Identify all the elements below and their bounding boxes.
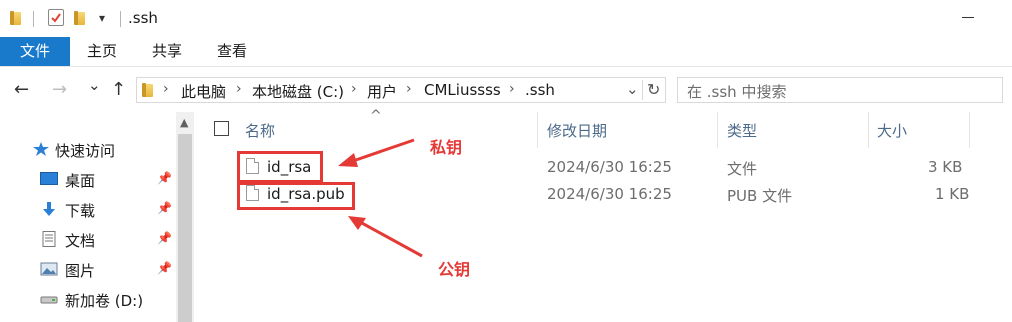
divider <box>642 80 643 100</box>
sidebar-item-label: 桌面 <box>65 172 96 190</box>
breadcrumb-this-pc[interactable]: 此电脑 <box>181 81 226 102</box>
tab-share[interactable]: 共享 <box>145 37 189 66</box>
file-modified: 2024/6/30 16:25 <box>547 185 672 203</box>
breadcrumb-separator: › <box>406 81 412 97</box>
tab-home[interactable]: 主页 <box>80 37 124 66</box>
breadcrumb-local-disk[interactable]: 本地磁盘 (C:) <box>252 81 344 102</box>
file-list: ^ 名称 修改日期 类型 大小 id_rsa 2024/6/30 16:25 文… <box>194 108 1012 322</box>
ribbon-tabs: 文件 主页 共享 查看 <box>0 37 1012 67</box>
address-bar[interactable]: › 此电脑 › 本地磁盘 (C:) › 用户 › CMLiussss › .ss… <box>136 77 666 103</box>
sidebar-item-documents[interactable]: 文档 📌 <box>0 225 176 253</box>
highlight-box-public-key <box>237 182 355 210</box>
breadcrumb-separator: › <box>163 81 169 97</box>
address-row: ← → ⌄ ↑ › 此电脑 › 本地磁盘 (C:) › 用户 › CMLiuss… <box>0 67 1012 112</box>
file-modified: 2024/6/30 16:25 <box>547 158 672 176</box>
tab-file[interactable]: 文件 <box>0 37 70 66</box>
pin-icon[interactable]: 📌 <box>157 261 172 275</box>
search-placeholder: 在 .ssh 中搜索 <box>687 83 787 101</box>
pin-icon[interactable]: 📌 <box>157 231 172 245</box>
pin-icon[interactable]: 📌 <box>157 171 172 185</box>
scrollbar-thumb[interactable] <box>178 134 192 322</box>
folder-icon <box>10 10 24 26</box>
tab-view[interactable]: 查看 <box>210 37 254 66</box>
up-button[interactable]: ↑ <box>111 79 126 100</box>
download-icon <box>43 202 55 216</box>
breadcrumb-user-folder[interactable]: CMLiussss <box>424 81 501 99</box>
arrow-private-key <box>338 138 415 167</box>
window-title: .ssh <box>128 9 158 27</box>
annotation-private-key: 私钥 <box>430 138 463 157</box>
refresh-icon[interactable]: ↻ <box>647 80 660 99</box>
file-size: 3 KB <box>928 158 963 176</box>
back-button[interactable]: ← <box>14 79 29 100</box>
breadcrumb-users[interactable]: 用户 <box>367 81 397 102</box>
annotation-public-key: 公钥 <box>438 260 471 279</box>
new-folder-icon[interactable] <box>74 10 88 26</box>
file-type: 文件 <box>727 160 758 178</box>
sidebar-item-quick-access[interactable]: 快速访问 <box>0 135 176 163</box>
desktop-icon <box>40 171 58 187</box>
recent-locations-button[interactable]: ⌄ <box>88 76 101 94</box>
breadcrumb-separator: › <box>351 81 357 97</box>
navigation-pane: 快速访问 桌面 📌 下载 📌 文档 📌 图片 📌 新加卷 (D:) <box>0 112 176 322</box>
scroll-up-icon[interactable]: ▲ <box>180 116 188 129</box>
document-icon <box>42 231 56 247</box>
nav-scrollbar[interactable]: ▲ <box>176 112 194 322</box>
sidebar-item-drive-d[interactable]: 新加卷 (D:) <box>0 285 176 313</box>
properties-icon[interactable] <box>48 9 64 26</box>
select-all-checkbox[interactable] <box>214 121 229 136</box>
sidebar-item-label: 文档 <box>65 232 96 250</box>
divider <box>120 11 121 27</box>
sidebar-item-label: 下载 <box>65 202 96 220</box>
forward-button[interactable]: → <box>52 79 67 100</box>
file-size: 1 KB <box>935 185 970 203</box>
breadcrumb-separator: › <box>509 81 515 97</box>
sidebar-item-label: 新加卷 (D:) <box>65 292 144 310</box>
qat-dropdown-icon[interactable]: ▾ <box>99 11 105 25</box>
highlight-box-private-key <box>237 151 323 183</box>
drive-icon <box>40 296 58 304</box>
breadcrumb-separator: › <box>236 81 242 97</box>
divider <box>969 112 970 148</box>
pin-icon[interactable]: 📌 <box>157 201 172 215</box>
address-dropdown-icon[interactable]: ⌄ <box>626 80 639 98</box>
sidebar-item-label: 图片 <box>65 262 96 280</box>
sort-ascending-icon: ^ <box>370 108 382 124</box>
sidebar-item-label: 快速访问 <box>55 142 116 160</box>
title-bar: ▾ .ssh <box>0 0 1012 37</box>
minimize-icon[interactable] <box>962 17 974 18</box>
sidebar-item-pictures[interactable]: 图片 📌 <box>0 255 176 283</box>
divider <box>717 112 718 148</box>
arrow-public-key <box>348 216 423 258</box>
divider <box>537 112 538 148</box>
file-type: PUB 文件 <box>727 187 793 205</box>
divider <box>33 11 34 27</box>
sidebar-item-desktop[interactable]: 桌面 📌 <box>0 165 176 193</box>
sidebar-item-downloads[interactable]: 下载 📌 <box>0 195 176 223</box>
column-header-size[interactable]: 大小 <box>877 120 907 141</box>
star-icon <box>33 142 49 156</box>
column-header-modified[interactable]: 修改日期 <box>547 120 607 141</box>
picture-icon <box>40 262 58 276</box>
breadcrumb-ssh[interactable]: .ssh <box>525 81 555 99</box>
column-header-type[interactable]: 类型 <box>727 120 757 141</box>
column-header-name[interactable]: 名称 <box>245 120 275 141</box>
divider <box>868 112 869 148</box>
search-input[interactable]: 在 .ssh 中搜索 <box>677 77 1003 103</box>
folder-icon <box>142 82 156 98</box>
